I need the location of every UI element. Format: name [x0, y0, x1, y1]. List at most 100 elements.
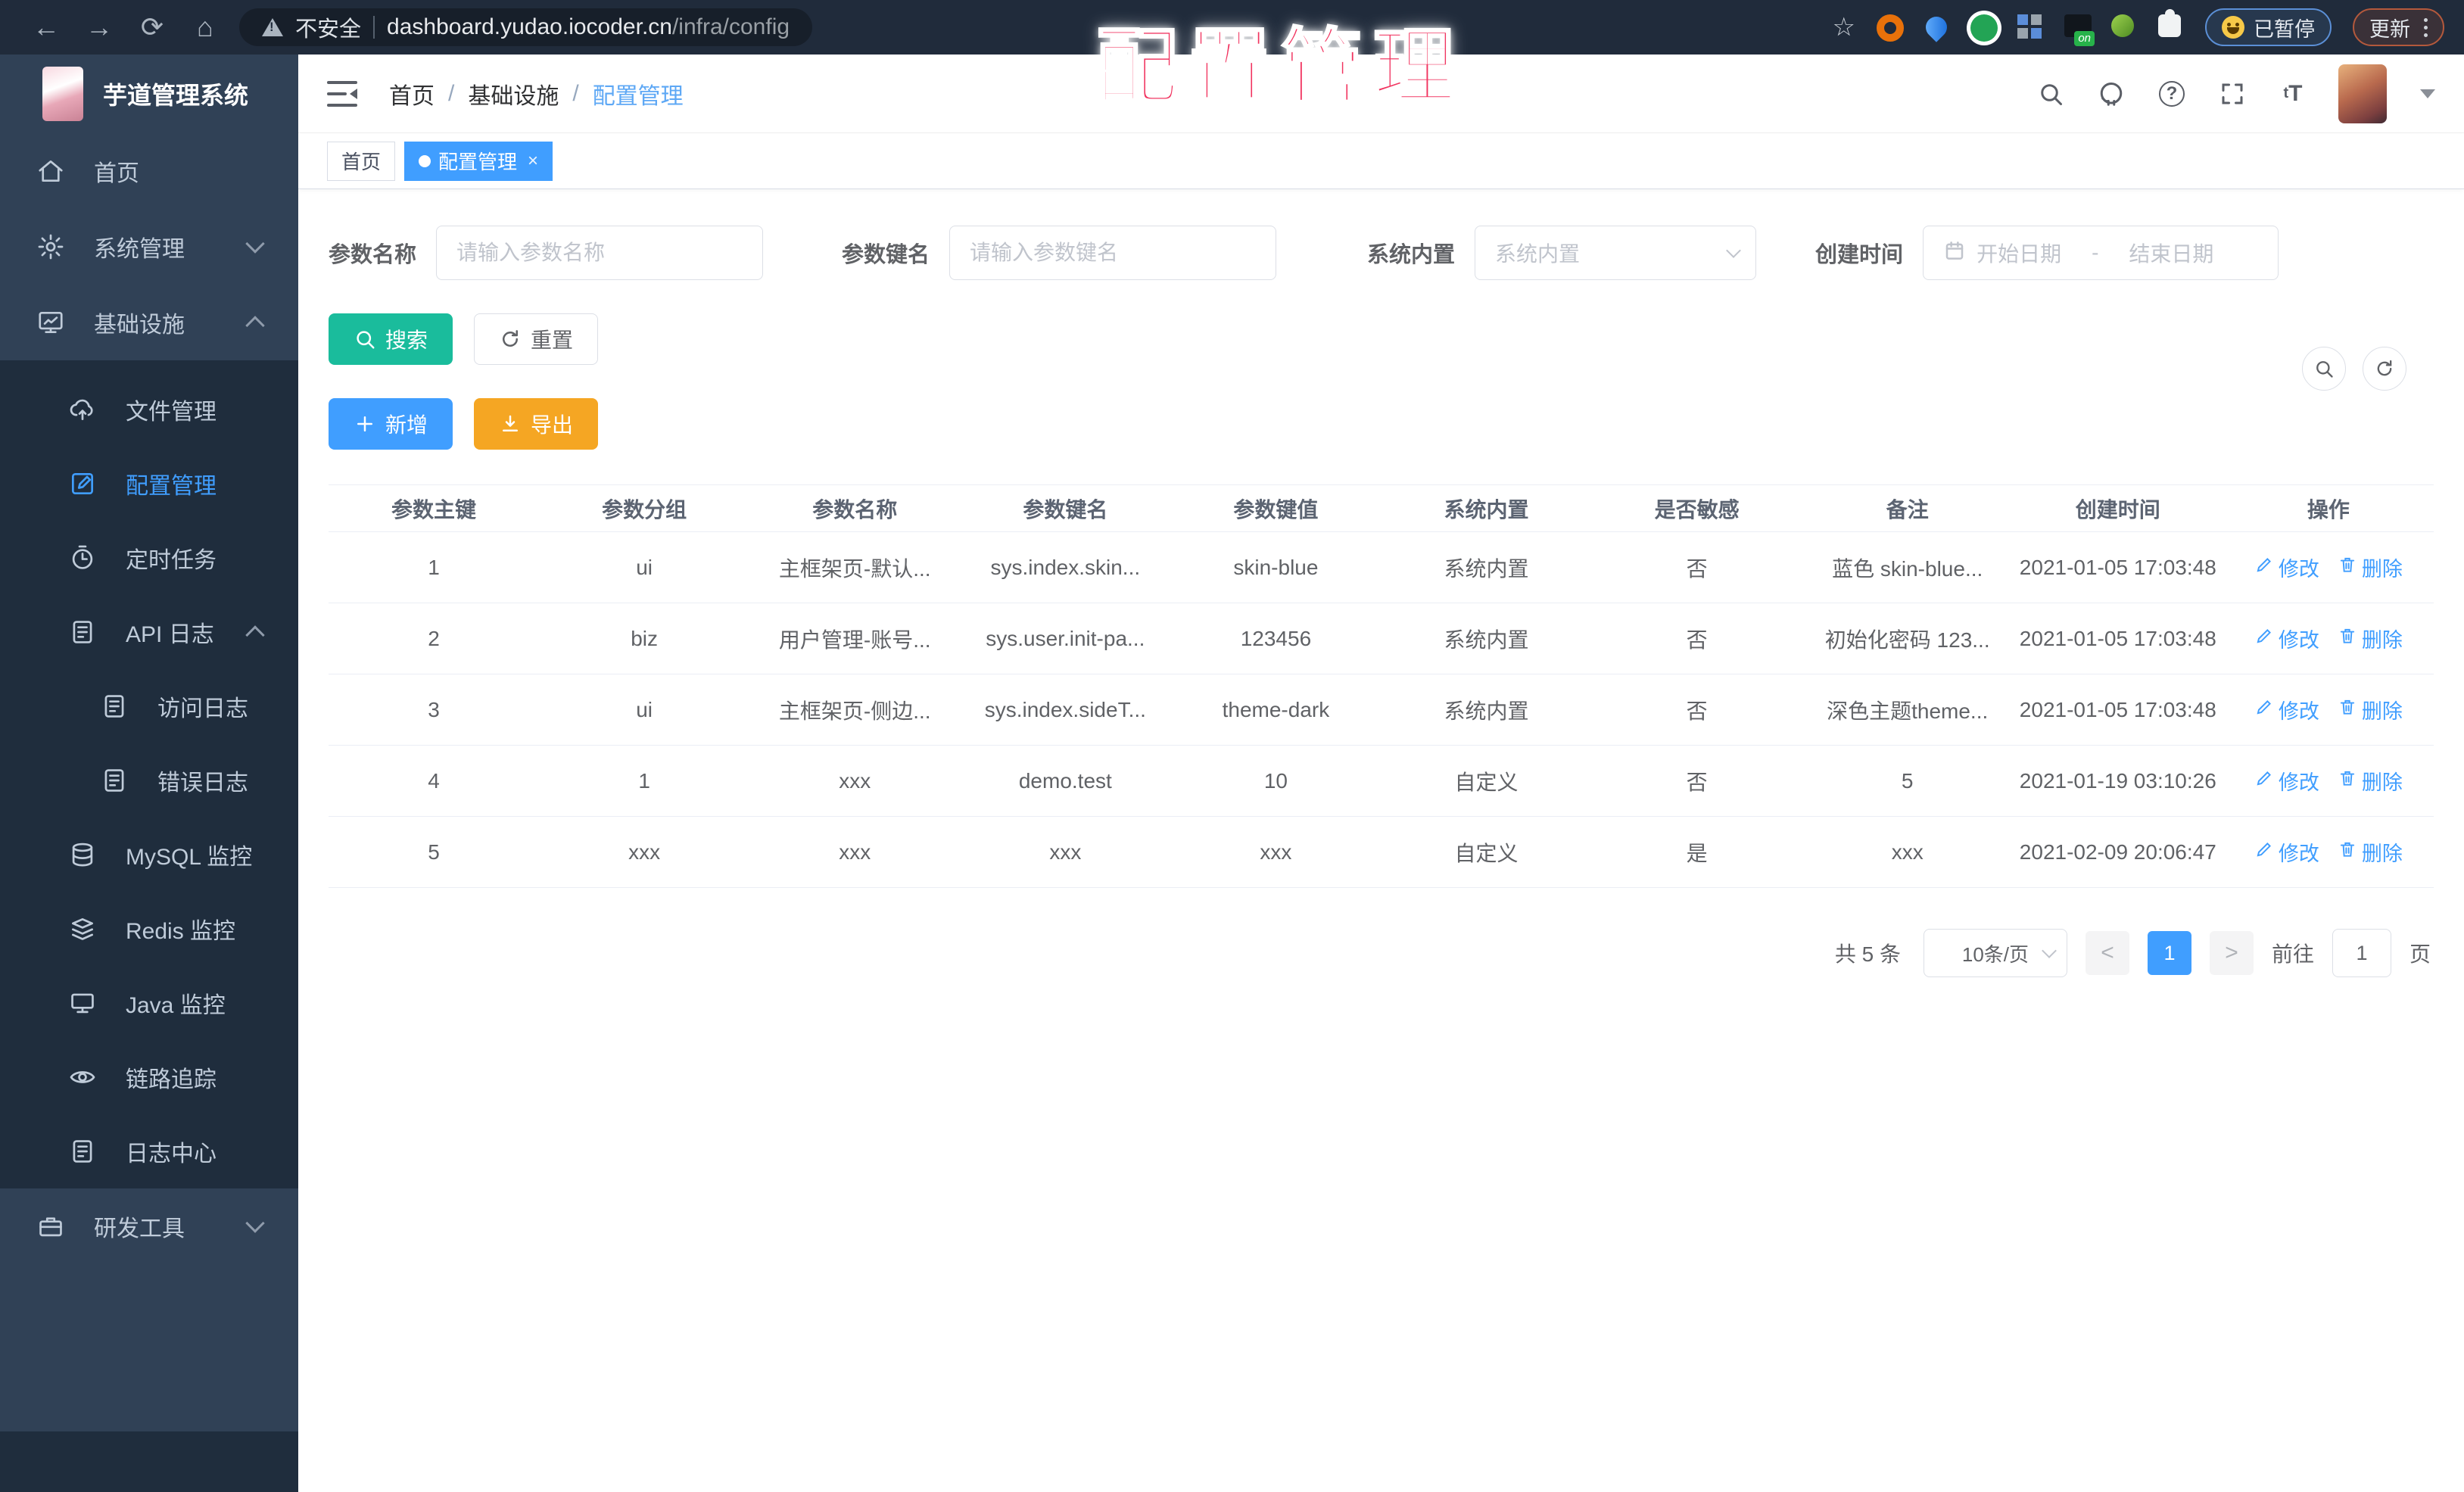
help-icon[interactable]: ?	[2157, 79, 2187, 109]
edit-row-link[interactable]: 修改	[2254, 695, 2319, 724]
infra-screen-icon	[36, 308, 65, 337]
sidebar-item-首页[interactable]: 首页	[0, 133, 298, 209]
table-cell: 主框架页-侧边...	[749, 674, 961, 746]
forward-icon[interactable]: →	[73, 11, 126, 43]
font-size-icon[interactable]: tT	[2278, 79, 2308, 109]
green-leaf-extension-icon[interactable]	[2111, 14, 2137, 40]
sidebar: 芋道管理系统 首页 系统管理 基础设施 文件管理 配置管理 定时任务 API 日志 访问日志错…	[0, 55, 298, 1492]
page-size-select[interactable]: 10条/页	[1923, 929, 2067, 977]
refresh-icon[interactable]	[2363, 347, 2406, 391]
sidebar-item-API 日志[interactable]: API 日志	[0, 595, 298, 669]
table-cell: ui	[539, 531, 750, 603]
breadcrumb-home[interactable]: 首页	[389, 77, 435, 111]
param-name-input[interactable]	[456, 241, 743, 265]
blue-drop-extension-icon[interactable]	[1921, 12, 1952, 42]
green-circle-extension-icon[interactable]	[1970, 14, 1998, 42]
edit-pencil-icon	[2254, 768, 2274, 793]
table-cell: xxx	[960, 816, 1171, 888]
back-icon[interactable]: ←	[20, 11, 73, 43]
edit-row-link[interactable]: 修改	[2254, 837, 2319, 867]
chevron-down-icon	[245, 1213, 265, 1233]
chevron-up-icon	[245, 316, 265, 335]
table-row: 3 ui 主框架页-侧边... sys.index.sideT... theme-dar…	[329, 674, 2434, 746]
goto-page-input[interactable]	[2332, 929, 2391, 977]
avatar[interactable]	[2338, 64, 2387, 123]
sidebar-item-Redis 监控[interactable]: Redis 监控	[0, 892, 298, 966]
update-label: 更新	[2369, 17, 2410, 41]
home-icon[interactable]: ⌂	[179, 11, 232, 43]
puzzle-extension-icon[interactable]	[2158, 14, 2184, 40]
delete-row-link[interactable]: 删除	[2338, 553, 2403, 582]
column-header: 参数键值	[1170, 484, 1382, 532]
orange-ring-extension-icon[interactable]	[1877, 14, 1904, 42]
github-icon[interactable]	[2096, 79, 2126, 109]
param-name-field[interactable]	[436, 226, 764, 280]
sidebar-item-日志中心[interactable]: 日志中心	[0, 1114, 298, 1188]
search-icon[interactable]	[2036, 79, 2066, 109]
sidebar-item-链路追踪[interactable]: 链路追踪	[0, 1040, 298, 1114]
edit-row-link[interactable]: 修改	[2254, 624, 2319, 653]
sidebar-item-配置管理[interactable]: 配置管理	[0, 447, 298, 521]
tab-config[interactable]: 配置管理 ×	[404, 141, 553, 181]
delete-row-link[interactable]: 删除	[2338, 695, 2403, 724]
close-tab-icon[interactable]: ×	[528, 151, 538, 172]
prev-page-button[interactable]: <	[2085, 931, 2129, 975]
reset-button[interactable]: 重置	[474, 313, 599, 365]
caret-down-icon[interactable]	[2420, 89, 2435, 98]
sidebar-item-Java 监控[interactable]: Java 监控	[0, 966, 298, 1040]
fullscreen-icon[interactable]	[2217, 79, 2248, 109]
bookmark-star-icon[interactable]: ☆	[1833, 12, 1855, 42]
page-unit-label: 页	[2409, 942, 2431, 966]
date-range-picker[interactable]: 开始日期 - 结束日期	[1923, 226, 2279, 280]
browser-menu-icon[interactable]	[2424, 17, 2428, 37]
edit-pencil-icon	[2254, 839, 2274, 864]
table-cell: sys.index.sideT...	[960, 674, 1171, 746]
table-cell: xxx	[749, 745, 961, 817]
table-cell: 2021-01-05 17:03:48	[2012, 531, 2223, 603]
export-button[interactable]: 导出	[474, 398, 599, 450]
edit-row-link[interactable]: 修改	[2254, 766, 2319, 796]
paused-profile-badge[interactable]: 已暂停	[2205, 8, 2332, 46]
sidebar-footer-strip	[0, 1431, 298, 1492]
tab-home[interactable]: 首页	[327, 141, 396, 181]
delete-row-link[interactable]: 删除	[2338, 837, 2403, 867]
row-actions: 修改 删除	[2223, 745, 2434, 817]
edit-row-link[interactable]: 修改	[2254, 553, 2319, 582]
next-page-button[interactable]: >	[2209, 931, 2254, 975]
sidebar-item-访问日志[interactable]: 访问日志	[0, 669, 298, 743]
reload-icon[interactable]: ⟳	[126, 11, 179, 43]
system-type-select[interactable]: 系统内置	[1475, 226, 1757, 280]
collapse-sidebar-icon[interactable]	[327, 80, 357, 107]
delete-row-link[interactable]: 删除	[2338, 766, 2403, 796]
grid-extension-icon[interactable]	[2017, 14, 2043, 40]
sidebar-item-文件管理[interactable]: 文件管理	[0, 372, 298, 447]
url-path: /infra/config	[671, 14, 790, 39]
sidebar-item-系统管理[interactable]: 系统管理	[0, 209, 298, 285]
date-separator: -	[2092, 241, 2099, 264]
config-table: 参数主键 参数分组 参数名称 参数键名 参数键值 系统内置 是否敏感 备注 创建时间 操作 1 ui…	[329, 484, 2434, 888]
page-1-button[interactable]: 1	[2147, 931, 2191, 975]
search-button[interactable]: 搜索	[329, 313, 453, 365]
delete-row-link[interactable]: 删除	[2338, 624, 2403, 653]
breadcrumb: 首页 / 基础设施 / 配置管理	[389, 77, 684, 111]
sidebar-menu: 首页 系统管理 基础设施文件管理 配置管理 定时任务 API 日志 访问日志 错误日志 MySQ…	[0, 133, 298, 1264]
table-cell: 系统内置	[1381, 674, 1592, 746]
toggle-search-icon[interactable]	[2302, 347, 2346, 391]
address-bar[interactable]: 不安全 dashboard.yudao.iocoder.cn/infra/con…	[239, 8, 813, 46]
breadcrumb-infra[interactable]: 基础设施	[468, 77, 559, 111]
param-key-input[interactable]	[970, 241, 1257, 265]
on-badge-extension-icon[interactable]	[2064, 14, 2092, 40]
sidebar-item-定时任务[interactable]: 定时任务	[0, 521, 298, 595]
sidebar-item-基础设施[interactable]: 基础设施	[0, 285, 298, 360]
table-cell: 2021-01-19 03:10:26	[2012, 745, 2223, 817]
table-cell: 深色主题theme...	[1802, 674, 2013, 746]
add-button[interactable]: 新增	[329, 398, 453, 450]
sidebar-item-错误日志[interactable]: 错误日志	[0, 743, 298, 818]
table-cell: 自定义	[1381, 745, 1592, 817]
update-browser-button[interactable]: 更新	[2353, 8, 2444, 46]
sidebar-item-MySQL 监控[interactable]: MySQL 监控	[0, 818, 298, 892]
column-header: 参数键名	[960, 484, 1171, 532]
param-key-field[interactable]	[949, 226, 1277, 280]
sidebar-item-研发工具[interactable]: 研发工具	[0, 1188, 298, 1264]
search-buttons-row: 搜索 重置	[329, 313, 2434, 365]
